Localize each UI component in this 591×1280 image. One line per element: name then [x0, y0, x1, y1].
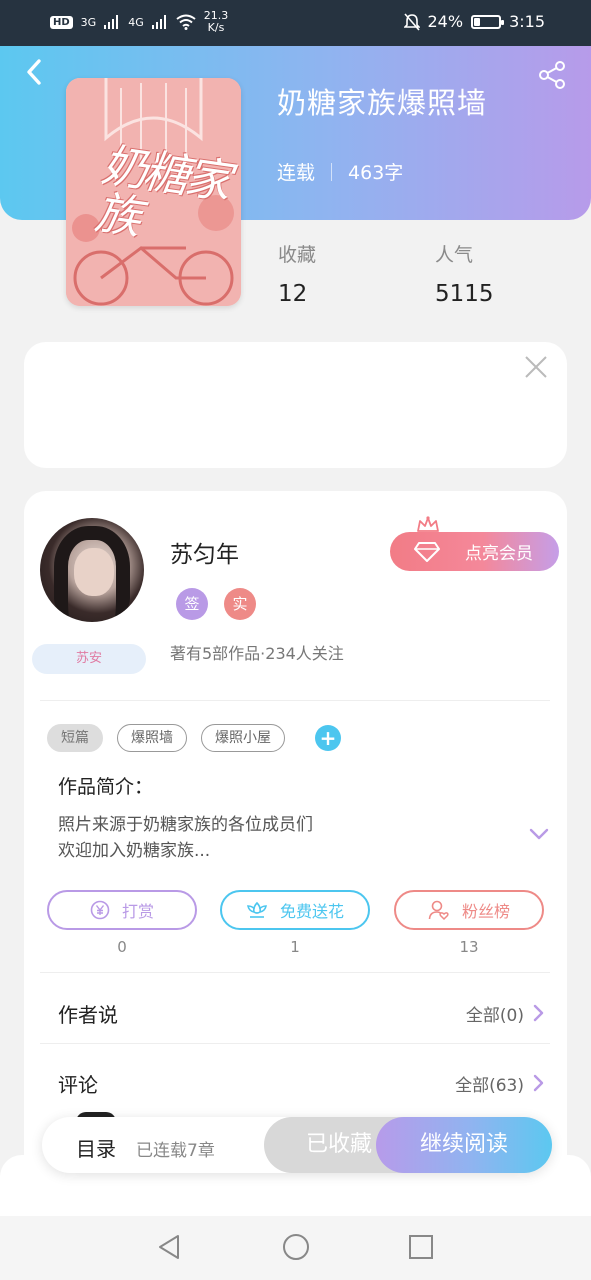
status-bar: HD 3G 4G 21.3 K/s 24% 3:15: [0, 0, 591, 46]
divider: [40, 1043, 550, 1044]
nav-recents-icon[interactable]: [408, 1233, 434, 1261]
clock: 3:15: [509, 12, 545, 31]
comments-count: 全部(63): [455, 1075, 524, 1096]
intro-text: 照片来源于奶糖家族的各位成员们 欢迎加入奶糖家族...: [58, 812, 498, 864]
author-says-count: 全部(0): [465, 1005, 524, 1026]
tip-button[interactable]: 打赏: [47, 890, 197, 930]
battery-percent: 24%: [427, 12, 464, 31]
popularity-label: 人气: [435, 244, 474, 266]
signal-3g-label: 3G: [80, 15, 97, 29]
diamond-icon: [414, 542, 440, 562]
signal-icon-2: [151, 15, 166, 29]
wifi-icon: [176, 14, 196, 30]
meta-divider: [331, 162, 333, 181]
chevron-left-icon: [27, 59, 41, 85]
signal-4g-label: 4G: [128, 15, 144, 29]
status-right: 24% 3:15: [403, 12, 545, 31]
chapters-label: 已连载7章: [136, 1141, 215, 1161]
comments-row[interactable]: 评论 全部(63): [58, 1068, 544, 1098]
intro-line: 欢迎加入奶糖家族...: [58, 841, 211, 861]
close-ad-button[interactable]: [523, 354, 549, 380]
author-name-tag: 苏安: [32, 644, 146, 674]
share-button[interactable]: [537, 60, 567, 90]
popularity-stat: 人气 5115: [435, 240, 494, 307]
nav-home-icon[interactable]: [282, 1233, 310, 1261]
comments-all[interactable]: 全部(63): [455, 1071, 544, 1096]
chevron-right-icon: [533, 1074, 544, 1092]
avatar-face: [74, 548, 114, 596]
book-status: 连载: [277, 162, 316, 184]
system-nav-bar: [0, 1216, 591, 1280]
fans-rank-label: 粉丝榜: [461, 902, 510, 921]
chevron-right-icon: [533, 1004, 544, 1022]
continue-reading-button[interactable]: 继续阅读: [376, 1117, 552, 1173]
hd-icon: HD: [50, 15, 73, 29]
author-says-row[interactable]: 作者说 全部(0): [58, 998, 544, 1028]
fans-icon: [428, 900, 449, 921]
author-says-all[interactable]: 全部(0): [466, 1001, 544, 1026]
intro-line: 照片来源于奶糖家族的各位成员们: [58, 815, 313, 835]
tag-item[interactable]: 短篇: [47, 724, 103, 752]
author-says-label: 作者说: [58, 1002, 118, 1027]
add-tag-button[interactable]: +: [315, 725, 341, 751]
popularity-value: 5115: [435, 281, 494, 307]
tip-count: 0: [117, 938, 127, 956]
battery-icon: [471, 14, 505, 29]
fans-rank-button[interactable]: 粉丝榜: [394, 890, 544, 930]
nav-back-icon[interactable]: [156, 1233, 182, 1261]
status-left: HD 3G 4G 21.3 K/s: [50, 10, 228, 34]
fans-count: 13: [459, 938, 479, 956]
close-icon: [525, 356, 547, 378]
favorites-stat: 收藏 12: [278, 240, 316, 307]
book-title: 奶糖家族爆照墙: [277, 86, 488, 120]
toc-button[interactable]: 目录: [76, 1133, 116, 1162]
author-name[interactable]: 苏匀年: [170, 535, 239, 569]
vip-button[interactable]: 点亮会员: [390, 532, 559, 571]
favorites-value: 12: [278, 281, 308, 307]
battery-fill: [474, 17, 481, 26]
share-icon: [539, 61, 565, 89]
author-info: 著有5部作品·234人关注: [170, 644, 344, 663]
book-meta: 连载 463字: [277, 158, 403, 185]
send-flower-button[interactable]: 免费送花: [220, 890, 370, 930]
favorites-label: 收藏: [278, 244, 317, 266]
word-count: 463字: [348, 162, 404, 184]
flower-count: 1: [290, 938, 300, 956]
ad-card: [24, 342, 567, 468]
divider: [40, 972, 550, 973]
book-cover[interactable]: 奶糖家族: [66, 78, 241, 306]
verified-badge: 实: [224, 588, 256, 620]
signal-icon: [104, 15, 119, 29]
vip-label: 点亮会员: [465, 544, 533, 564]
sign-badge: 签: [176, 588, 208, 620]
yuan-icon: [90, 900, 110, 920]
flower-icon: [247, 901, 267, 918]
reading-bar: 目录 已连载7章 已收藏 继续阅读: [42, 1117, 552, 1173]
back-button[interactable]: [24, 58, 46, 86]
cover-title-text: 奶糖家族: [91, 137, 231, 245]
tag-item[interactable]: 爆照墙: [117, 724, 187, 752]
speed-unit: K/s: [207, 21, 225, 34]
network-speed: 21.3 K/s: [204, 10, 229, 34]
avatar[interactable]: [40, 518, 144, 622]
tip-label: 打赏: [121, 902, 154, 921]
tag-list: 短篇 爆照墙 爆照小屋 +: [47, 724, 341, 752]
chevron-down-icon[interactable]: [528, 826, 550, 842]
comments-label: 评论: [58, 1072, 98, 1097]
send-flower-label: 免费送花: [279, 902, 344, 921]
tag-item[interactable]: 爆照小屋: [201, 724, 285, 752]
intro-heading: 作品简介：: [58, 776, 154, 798]
divider: [40, 700, 550, 701]
mute-bell-icon: [403, 12, 420, 31]
